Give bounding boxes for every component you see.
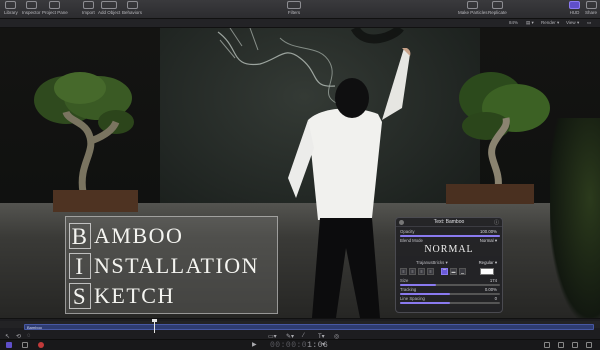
record-keyframes-icon[interactable]: [38, 342, 44, 348]
behaviors-button[interactable]: Behaviors: [122, 1, 142, 16]
audio-icon[interactable]: [558, 342, 564, 348]
inspector-button[interactable]: Inspector: [22, 1, 41, 16]
size-slider[interactable]: [400, 284, 500, 286]
size-label: Size: [400, 278, 409, 283]
valign-bottom-button[interactable]: ▁: [459, 268, 466, 275]
hud-button[interactable]: HUD: [569, 1, 580, 16]
behaviors-icon: [126, 1, 138, 9]
project-pane-icon: [49, 1, 61, 9]
line-spacing-label: Line Spacing: [400, 296, 425, 301]
replicate-button[interactable]: Replicate: [488, 1, 507, 16]
title-line-1: B AMBOO: [69, 222, 183, 250]
drop-cap-2: I: [69, 253, 91, 279]
transport-bar: ▶ 00:00:01:06 ▾: [0, 339, 600, 350]
particles-icon: [467, 1, 479, 9]
top-toolbar: Library Inspector Project Pane Import Ad…: [0, 0, 600, 19]
blend-preview: NORMAL: [424, 244, 474, 255]
text-color-swatch[interactable]: [480, 268, 494, 275]
valign-middle-button[interactable]: ▬: [450, 268, 457, 275]
replicate-icon: [491, 1, 503, 9]
bonsai-right: [446, 72, 550, 204]
tracking-value[interactable]: 0.00%: [485, 287, 497, 292]
tracking-slider-fill: [400, 293, 450, 295]
share-button[interactable]: Share: [585, 1, 597, 16]
blend-mode-label: Blend Mode: [400, 238, 423, 243]
opacity-slider-fill: [400, 235, 500, 237]
size-slider-fill: [400, 284, 436, 286]
playhead[interactable]: [152, 319, 157, 333]
import-icon: [82, 1, 94, 9]
title-text-1: AMBOO: [94, 223, 184, 248]
hud-title: Text: Bamboo: [433, 219, 465, 225]
timecode-options-icon[interactable]: ▾: [322, 341, 325, 348]
view-popup[interactable]: View ▾: [566, 20, 579, 26]
title-text-layer[interactable]: B AMBOO I NSTALLATION S KETCH: [65, 216, 278, 314]
canvas-header: 84% ▤ ▾ Render ▾ View ▾ ▭: [0, 19, 600, 28]
title-text-3: KETCH: [94, 283, 175, 308]
mini-timeline-icon[interactable]: [544, 342, 550, 348]
line-spacing-value[interactable]: 0: [495, 296, 497, 301]
loop-icon[interactable]: [22, 342, 28, 348]
size-value[interactable]: 174: [490, 278, 497, 283]
valign-top-button[interactable]: ▔: [441, 268, 448, 275]
tracking-slider[interactable]: [400, 293, 500, 295]
share-icon: [585, 1, 597, 9]
align-left-button[interactable]: ≡: [400, 268, 407, 275]
hud-options-icon[interactable]: ⓘ: [494, 219, 499, 228]
align-right-button[interactable]: ≡: [418, 268, 425, 275]
record-icon[interactable]: [6, 342, 12, 348]
timing-pane-icon[interactable]: [586, 342, 592, 348]
canvas[interactable]: B AMBOO I NSTALLATION S KETCH Text: Bamboo …: [0, 28, 600, 318]
timeline-clip[interactable]: Bamboo: [24, 324, 594, 330]
timecode-display[interactable]: 00:00:01:06: [270, 341, 328, 350]
canvas-layout-icon[interactable]: ▭: [587, 20, 591, 26]
line-spacing-slider[interactable]: [400, 302, 500, 304]
bonsai-left: [34, 72, 138, 212]
justify-button[interactable]: ≡: [427, 268, 434, 275]
opacity-label: Opacity: [400, 229, 415, 234]
text-hud[interactable]: Text: Bamboo ⓘ Opacity 100.00% Blend Mod…: [395, 217, 503, 313]
title-line-3: S KETCH: [69, 282, 175, 310]
make-particles-button[interactable]: Make Particles: [458, 1, 488, 16]
foliage-right: [550, 118, 600, 318]
title-line-2: I NSTALLATION: [69, 252, 259, 280]
import-button[interactable]: Import: [82, 1, 95, 16]
channels-popup-icon[interactable]: ▤ ▾: [526, 20, 534, 26]
project-pane-button[interactable]: Project Pane: [42, 1, 68, 16]
hud-header: Text: Bamboo ⓘ: [396, 218, 502, 227]
add-object-icon: [101, 1, 118, 9]
play-button-icon[interactable]: ▶: [252, 341, 257, 348]
font-name-popup[interactable]: TrajanusBricks ▾: [416, 260, 448, 266]
tracking-label: Tracking: [400, 287, 417, 292]
opacity-slider[interactable]: [400, 235, 500, 237]
zoom-popup[interactable]: 84%: [509, 20, 518, 25]
filters-button[interactable]: Filters: [287, 1, 301, 16]
opacity-value[interactable]: 100.00%: [480, 229, 497, 234]
hud-close-icon[interactable]: [399, 220, 404, 225]
title-text-2: NSTALLATION: [94, 253, 260, 278]
align-center-button[interactable]: ≡: [409, 268, 416, 275]
clip-name: Bamboo: [27, 325, 42, 330]
line-spacing-slider-fill: [400, 302, 450, 304]
add-object-button[interactable]: Add Object: [98, 1, 120, 16]
render-popup[interactable]: Render ▾: [541, 20, 559, 26]
library-button[interactable]: Library: [4, 1, 18, 16]
font-style-popup[interactable]: Regular ▾: [479, 260, 497, 266]
drop-cap-1: B: [69, 223, 91, 249]
filters-icon: [287, 1, 301, 9]
inspector-icon: [25, 1, 37, 9]
keyframe-editor-icon[interactable]: [572, 342, 578, 348]
hud-icon: [569, 1, 580, 9]
drop-cap-3: S: [69, 283, 91, 309]
library-icon: [5, 1, 17, 9]
